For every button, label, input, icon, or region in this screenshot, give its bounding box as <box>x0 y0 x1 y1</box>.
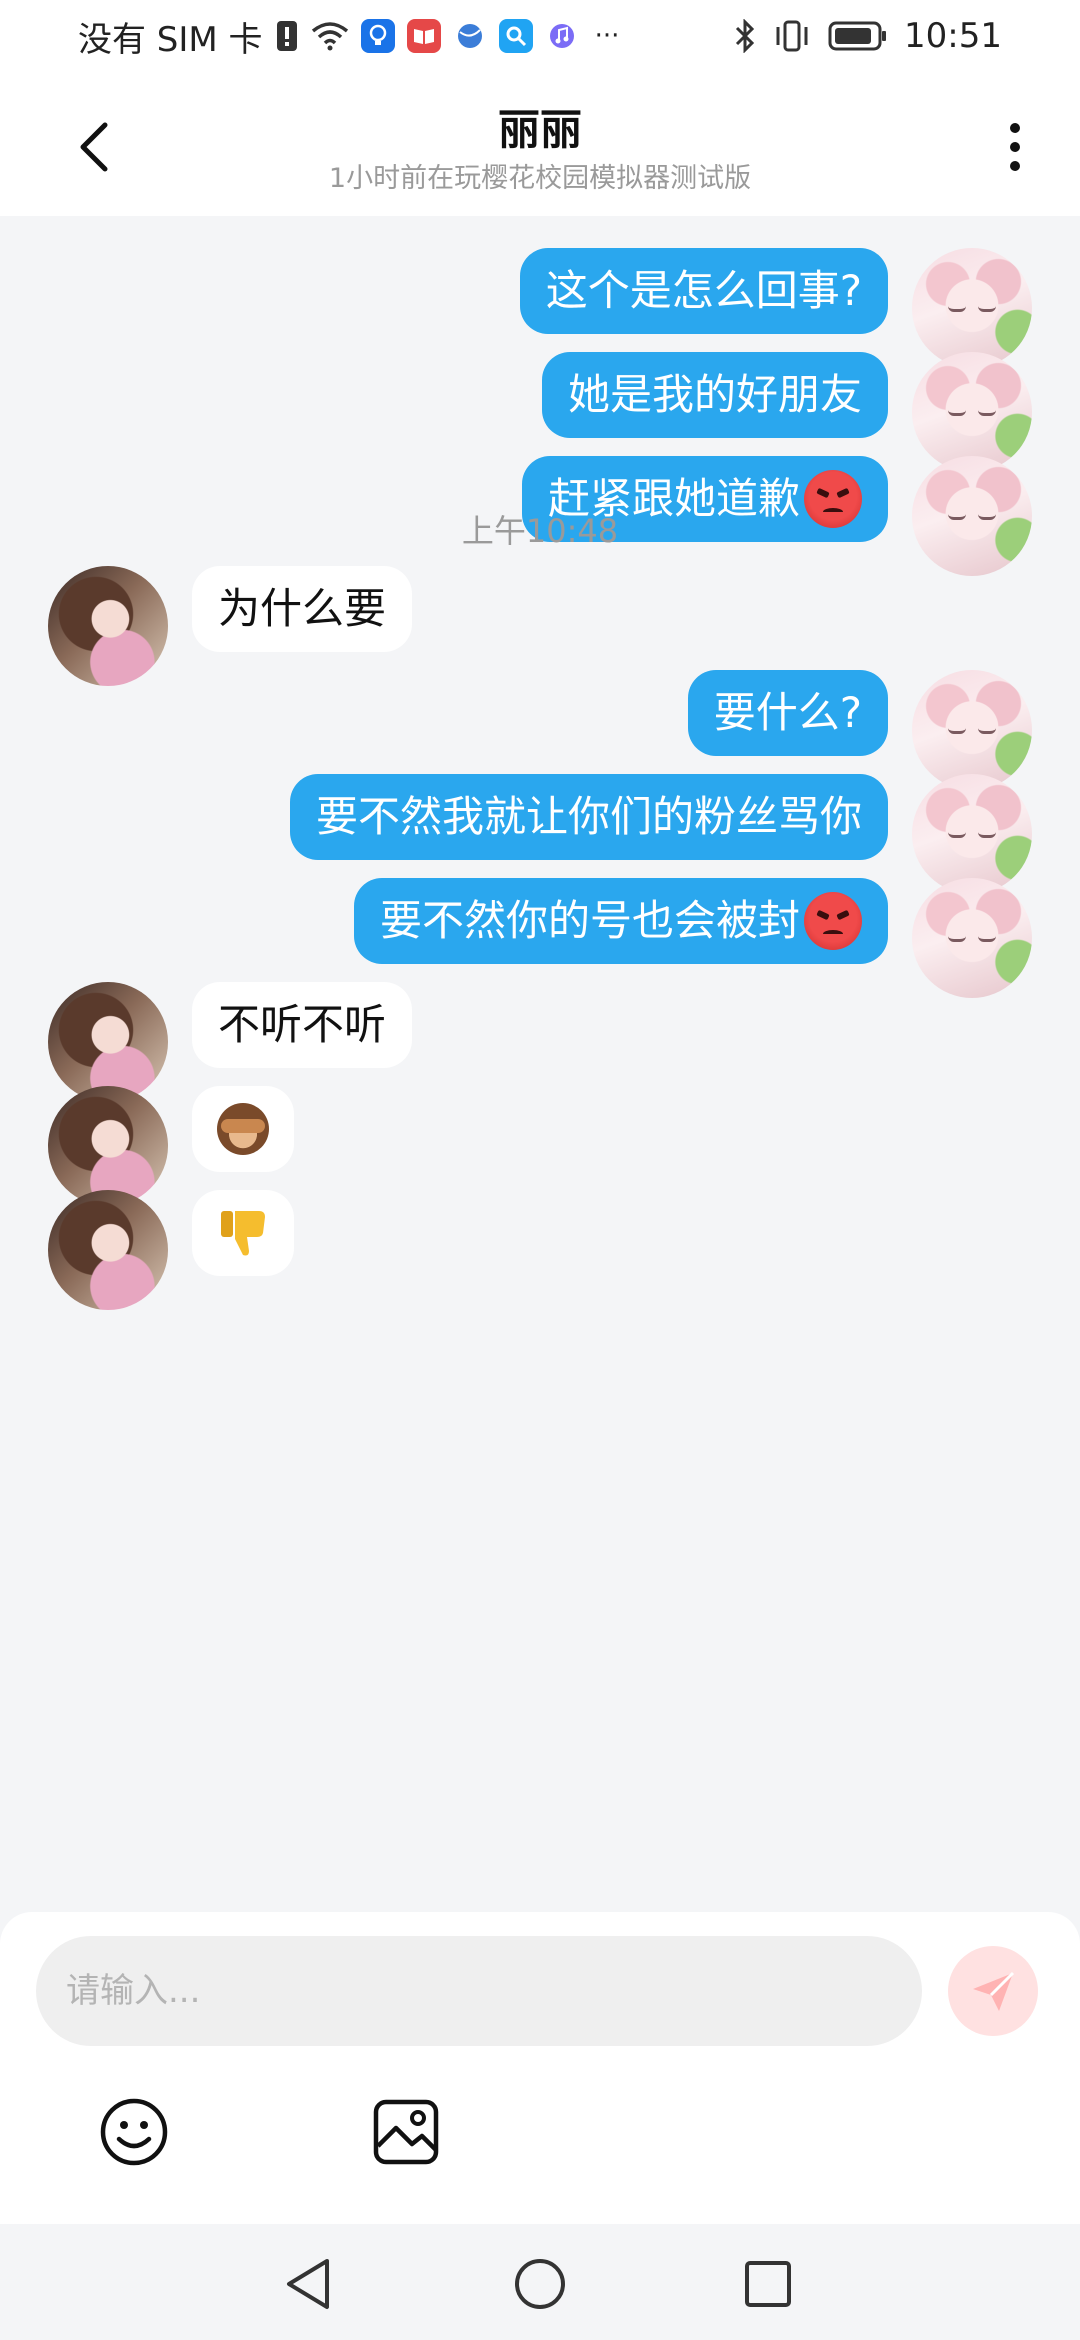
book-app-icon <box>406 19 441 53</box>
contact-activity-status: 1小时前在玩樱花校园模拟器测试版 <box>328 163 752 194</box>
triangle-back-icon <box>287 2259 329 2309</box>
globe-app-icon <box>453 19 487 53</box>
message-bubble-sent[interactable]: 这个是怎么回事? <box>519 248 888 334</box>
my-avatar[interactable] <box>912 352 1032 472</box>
message-list[interactable]: 这个是怎么回事? 她是我的好朋友 赶紧跟她道歉 上午10:48 为什么要 要什么… <box>0 216 1080 1916</box>
status-bar: 没有 SIM 卡 ··· 10:51 <box>0 0 1080 72</box>
message-bubble-sent[interactable]: 她是我的好朋友 <box>541 352 888 438</box>
system-nav-bar <box>0 2224 1080 2340</box>
square-recents-icon <box>745 2261 791 2307</box>
clock-text: 10:51 <box>904 16 1002 56</box>
thumbs-down-emoji-icon <box>221 1211 265 1256</box>
angry-face-emoji-icon <box>804 892 862 950</box>
message-bubble-received[interactable]: 不听不听 <box>192 982 413 1068</box>
search-app-icon <box>498 19 533 53</box>
message-bubble-received[interactable] <box>192 1190 294 1276</box>
nav-recents-button[interactable] <box>738 2254 798 2314</box>
music-app-icon <box>545 19 579 53</box>
send-icon <box>973 1971 1015 2011</box>
message-bubble-sent[interactable]: 要什么? <box>687 670 888 756</box>
battery-icon <box>828 20 888 52</box>
contact-avatar[interactable] <box>48 982 168 1102</box>
contact-avatar[interactable] <box>48 1190 168 1310</box>
message-text: 这个是怎么回事? <box>545 266 862 315</box>
message-bubble-sent[interactable]: 要不然你的号也会被封 <box>353 878 888 964</box>
alert-icon <box>275 19 299 53</box>
message-bubble-received[interactable]: 为什么要 <box>192 566 413 652</box>
my-avatar[interactable] <box>912 248 1032 368</box>
status-right: 10:51 <box>734 16 1002 56</box>
message-text: 要不然我就让你们的粉丝骂你 <box>315 792 862 841</box>
nav-back-button[interactable] <box>278 2254 338 2314</box>
message-bubble-sent[interactable]: 要不然我就让你们的粉丝骂你 <box>289 774 888 860</box>
see-no-evil-monkey-emoji-icon <box>217 1103 269 1155</box>
chat-header: 丽丽 1小时前在玩樱花校园模拟器测试版 <box>0 72 1080 216</box>
status-left: 没有 SIM 卡 ··· <box>78 12 619 61</box>
image-icon <box>373 2099 439 2165</box>
circle-home-icon <box>515 2259 565 2309</box>
contact-avatar[interactable] <box>48 1086 168 1206</box>
bluetooth-icon <box>734 19 756 53</box>
message-timestamp: 上午10:48 <box>461 512 619 550</box>
message-text: 要什么? <box>713 688 862 737</box>
carrier-text: 没有 SIM 卡 <box>78 19 263 60</box>
more-dot-icon <box>1010 123 1020 133</box>
bulb-app-icon <box>360 19 395 53</box>
vibrate-icon <box>772 19 812 53</box>
message-text: 要不然你的号也会被封 <box>379 896 800 945</box>
more-dot-icon <box>1010 142 1020 152</box>
input-panel <box>0 1912 1080 2224</box>
more-options-button[interactable] <box>990 112 1040 182</box>
my-avatar[interactable] <box>912 774 1032 894</box>
contact-avatar[interactable] <box>48 566 168 686</box>
my-avatar[interactable] <box>912 670 1032 790</box>
status-more-text: ··· <box>594 21 620 51</box>
message-text: 她是我的好朋友 <box>567 370 862 419</box>
message-bubble-received[interactable] <box>192 1086 294 1172</box>
smiley-icon <box>100 2098 168 2166</box>
my-avatar[interactable] <box>912 878 1032 998</box>
send-button[interactable] <box>948 1946 1038 2036</box>
message-row-received <box>0 1190 1080 1314</box>
image-button[interactable] <box>368 2094 444 2170</box>
more-dot-icon <box>1010 161 1020 171</box>
wifi-icon <box>311 21 349 51</box>
emoji-button[interactable] <box>96 2094 172 2170</box>
message-text: 为什么要 <box>218 584 387 633</box>
contact-name: 丽丽 <box>497 105 582 154</box>
message-input[interactable] <box>36 1936 922 2046</box>
message-text: 不听不听 <box>218 1000 387 1049</box>
nav-home-button[interactable] <box>510 2254 570 2314</box>
